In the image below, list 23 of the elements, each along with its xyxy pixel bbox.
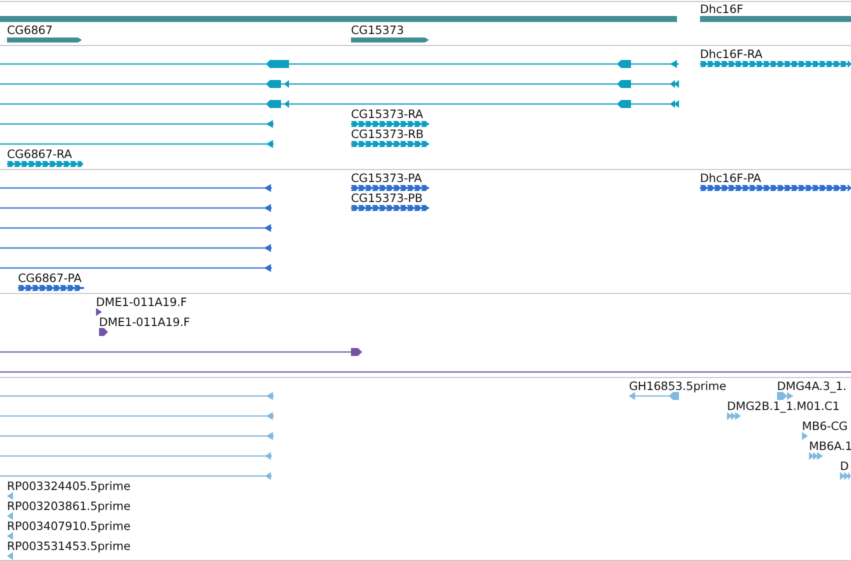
feature-label: DME1-011A19.F [96, 295, 187, 309]
feature-label: Dhc16F-RA [700, 47, 762, 61]
feature-label: MB6A.1 [809, 439, 851, 453]
feature-label: GH16853.5prime [629, 379, 726, 393]
feature-label: MB6-CG [802, 419, 848, 433]
feature-label: RP003407910.5prime [7, 519, 130, 533]
feature-label: RP003203861.5prime [7, 499, 130, 513]
feature-label: CG15373-RB [351, 127, 424, 141]
feature-label: D [840, 459, 849, 473]
feature-label: RP003324405.5prime [7, 479, 130, 493]
feature-label: CG6867-RA [7, 147, 72, 161]
feature-label: CG15373 [351, 23, 404, 37]
feature-label: DME1-011A19.F [99, 315, 190, 329]
feature-label: DMG2B.1_1.M01.C1 [727, 399, 840, 413]
feature-label: DMG4A.3_1. [777, 379, 846, 393]
feature-label: Dhc16F [700, 2, 744, 16]
feature-label: CG15373-PB [351, 191, 422, 205]
feature-label: CG6867 [7, 23, 53, 37]
feature-label: CG15373-RA [351, 107, 424, 121]
feature-label: CG6867-PA [18, 271, 82, 285]
feature-label: CG15373-PA [351, 171, 422, 185]
feature-label: RP003531453.5prime [7, 539, 130, 553]
feature-label: Dhc16F-PA [700, 171, 762, 185]
